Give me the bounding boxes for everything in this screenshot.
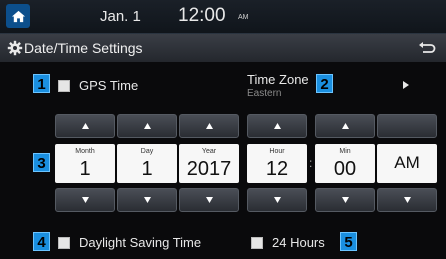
- hour-up-button[interactable]: [247, 114, 307, 138]
- back-icon[interactable]: [418, 41, 436, 56]
- arrow-down-icon: [143, 197, 151, 203]
- page-title: Date/Time Settings: [24, 40, 143, 56]
- minute-down-button[interactable]: [315, 188, 375, 212]
- status-time: 12:00: [178, 5, 226, 26]
- callout-marker-1: 1: [33, 74, 50, 93]
- minute-label: Min: [339, 148, 351, 155]
- ampm-up-button[interactable]: [377, 114, 437, 138]
- arrow-up-icon: [205, 123, 213, 129]
- month-value: 1: [79, 158, 91, 180]
- month-up-button[interactable]: [55, 114, 115, 138]
- daylight-saving-label: Daylight Saving Time: [79, 235, 202, 250]
- callout-marker-3: 3: [33, 153, 50, 172]
- month-label: Month: [75, 148, 95, 155]
- daylight-saving-checkbox[interactable]: [58, 237, 70, 249]
- year-label: Year: [201, 148, 217, 155]
- arrow-down-icon: [81, 197, 89, 203]
- home-button[interactable]: [6, 4, 30, 28]
- callout-marker-2: 2: [316, 74, 333, 93]
- ampm-field: AM: [377, 144, 437, 183]
- home-icon: [11, 10, 25, 22]
- chevron-right-icon[interactable]: [402, 80, 410, 90]
- year-field: Year 2017: [179, 144, 239, 183]
- year-up-button[interactable]: [179, 114, 239, 138]
- day-up-button[interactable]: [117, 114, 177, 138]
- time-zone-label[interactable]: Time Zone: [247, 72, 309, 87]
- hour-label: Hour: [269, 148, 285, 155]
- month-down-button[interactable]: [55, 188, 115, 212]
- date-time-settings-screen: Jan. 1 12:00 AM Date/Time Settings 1 GPS…: [0, 0, 446, 259]
- day-field: Day 1: [117, 144, 177, 183]
- gps-time-label: GPS Time: [79, 78, 139, 93]
- ampm-value: AM: [394, 153, 420, 172]
- day-label: Day: [140, 148, 154, 155]
- day-down-button[interactable]: [117, 188, 177, 212]
- status-date: Jan. 1: [100, 8, 141, 25]
- status-bar: Jan. 1 12:00 AM: [0, 0, 446, 34]
- arrow-down-icon: [341, 197, 349, 203]
- gear-icon: [7, 40, 23, 56]
- hour-value: 12: [265, 158, 289, 180]
- time-zone-value: Eastern: [247, 88, 282, 99]
- status-ampm: AM: [238, 14, 249, 21]
- 24-hours-checkbox[interactable]: [251, 237, 263, 249]
- ampm-down-button[interactable]: [377, 188, 437, 212]
- callout-marker-5: 5: [340, 232, 357, 251]
- minute-field: Min 00: [315, 144, 375, 183]
- callout-marker-4: 4: [33, 232, 50, 251]
- arrow-down-icon: [273, 197, 281, 203]
- arrow-down-icon: [205, 197, 213, 203]
- hour-field: Hour 12: [247, 144, 307, 183]
- year-value: 2017: [186, 158, 232, 180]
- arrow-down-icon: [403, 197, 411, 203]
- year-down-button[interactable]: [179, 188, 239, 212]
- hour-down-button[interactable]: [247, 188, 307, 212]
- minute-value: 00: [333, 158, 357, 180]
- time-separator: :: [309, 156, 313, 170]
- arrow-up-icon: [341, 123, 349, 129]
- arrow-up-icon: [273, 123, 281, 129]
- arrow-up-icon: [143, 123, 151, 129]
- month-field: Month 1: [55, 144, 115, 183]
- title-bar: Date/Time Settings: [0, 34, 446, 62]
- 24-hours-label: 24 Hours: [272, 235, 325, 250]
- minute-up-button[interactable]: [315, 114, 375, 138]
- day-value: 1: [141, 158, 153, 180]
- gps-time-checkbox[interactable]: [58, 80, 70, 92]
- arrow-up-icon: [81, 123, 89, 129]
